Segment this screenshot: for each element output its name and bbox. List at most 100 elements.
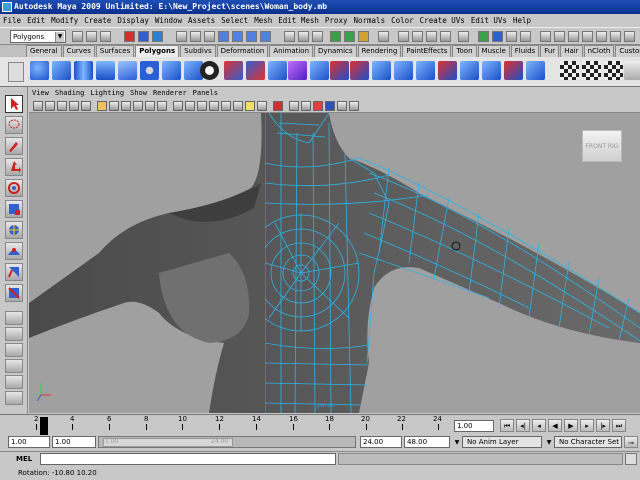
snap-curve-icon[interactable] xyxy=(232,31,243,42)
safe-title-icon[interactable] xyxy=(157,101,167,111)
shadows-icon[interactable] xyxy=(257,101,267,111)
panel-layout-icon-5[interactable] xyxy=(596,31,607,42)
current-frame-field[interactable]: 1.00 xyxy=(454,420,494,432)
menu-proxy[interactable]: Proxy xyxy=(322,16,351,25)
backface-icon[interactable] xyxy=(313,101,323,111)
layout-hypershade-icon[interactable] xyxy=(5,391,23,405)
tab-fur[interactable]: Fur xyxy=(540,45,560,57)
render-current-frame-icon[interactable] xyxy=(330,31,341,42)
tab-custom[interactable]: Custom xyxy=(615,45,640,57)
toggle-tool-settings-icon[interactable] xyxy=(506,31,517,42)
panel-layout-icon-2[interactable] xyxy=(554,31,565,42)
perspective-viewport[interactable]: FRONT RIG persp xyxy=(29,113,640,413)
poly-cube-icon[interactable] xyxy=(52,61,71,80)
new-scene-icon[interactable] xyxy=(72,31,83,42)
select-by-component-icon[interactable] xyxy=(152,31,163,42)
panel-menu-view[interactable]: View xyxy=(29,89,52,97)
ipr-render-icon[interactable] xyxy=(344,31,355,42)
menu-display[interactable]: Display xyxy=(114,16,152,25)
character-set-selector[interactable]: ▼ No Character Set xyxy=(547,436,622,448)
select-by-hierarchy-icon[interactable] xyxy=(124,31,135,42)
panel-layout-icon-3[interactable] xyxy=(568,31,579,42)
layout-four-pane-icon[interactable] xyxy=(5,327,23,341)
ambient-occlusion-icon[interactable] xyxy=(337,101,347,111)
render-settings-icon[interactable] xyxy=(358,31,369,42)
xray-joints-icon[interactable] xyxy=(301,101,311,111)
poly-sphere-icon[interactable] xyxy=(30,61,49,80)
extrude-icon[interactable] xyxy=(310,61,329,80)
open-scene-icon[interactable] xyxy=(86,31,97,42)
quick-rename-icon-4[interactable] xyxy=(440,31,451,42)
automatic-mapping-icon[interactable] xyxy=(624,61,640,80)
select-camera-icon[interactable] xyxy=(33,101,43,111)
menu-assets[interactable]: Assets xyxy=(185,16,218,25)
select-tool-icon[interactable] xyxy=(5,95,23,113)
output-ops-icon[interactable] xyxy=(312,31,323,42)
poly-prism-icon[interactable] xyxy=(162,61,181,80)
menu-help[interactable]: Help xyxy=(510,16,534,25)
textured-icon[interactable] xyxy=(233,101,243,111)
anim-layer-selector[interactable]: ▼ No Anim Layer xyxy=(455,436,542,448)
hud-icon[interactable] xyxy=(325,101,335,111)
quick-rename-icon[interactable] xyxy=(398,31,409,42)
poly-cone-icon[interactable] xyxy=(96,61,115,80)
step-forward-frame-button[interactable]: ▸ xyxy=(580,419,594,432)
film-gate-icon[interactable] xyxy=(97,101,107,111)
merge-icon[interactable] xyxy=(438,61,457,80)
tab-surfaces[interactable]: Surfaces xyxy=(95,45,135,57)
quick-rename-icon-2[interactable] xyxy=(412,31,423,42)
tab-rendering[interactable]: Rendering xyxy=(357,45,402,57)
tab-subdivs[interactable]: Subdivs xyxy=(180,45,216,57)
combine-icon[interactable] xyxy=(224,61,243,80)
mask-icon-2[interactable] xyxy=(190,31,201,42)
tab-hair[interactable]: Hair xyxy=(560,45,583,57)
quick-rename-icon-3[interactable] xyxy=(426,31,437,42)
play-backwards-button[interactable]: ◀ xyxy=(548,419,562,432)
image-plane-icon[interactable] xyxy=(69,101,79,111)
manipulator-tool-icon[interactable] xyxy=(5,221,23,239)
panel-layout-icon-6[interactable] xyxy=(610,31,621,42)
tab-toon[interactable]: Toon xyxy=(452,45,477,57)
selection-field-icon[interactable] xyxy=(378,31,389,42)
menu-create-uvs[interactable]: Create UVs xyxy=(417,16,468,25)
auto-key-icon[interactable]: ⊸ xyxy=(624,436,638,448)
start-time-field[interactable]: 1.00 xyxy=(8,436,50,448)
menu-color[interactable]: Color xyxy=(388,16,417,25)
numeric-input-icon[interactable] xyxy=(458,31,469,42)
poly-torus-icon[interactable] xyxy=(140,61,159,80)
resolution-gate-icon[interactable] xyxy=(109,101,119,111)
smooth-icon[interactable] xyxy=(288,61,307,80)
separate-icon[interactable] xyxy=(246,61,265,80)
history-icon[interactable] xyxy=(284,31,295,42)
bookmark-icon[interactable] xyxy=(57,101,67,111)
panel-menu-shading[interactable]: Shading xyxy=(52,89,88,97)
tab-polygons[interactable]: Polygons xyxy=(135,45,180,57)
panel-menu-renderer[interactable]: Renderer xyxy=(150,89,190,97)
bevel-icon[interactable] xyxy=(460,61,479,80)
menu-create[interactable]: Create xyxy=(81,16,114,25)
snap-grid-icon[interactable] xyxy=(218,31,229,42)
playback-start-field[interactable]: 1.00 xyxy=(52,436,96,448)
mask-icon[interactable] xyxy=(176,31,187,42)
select-by-object-icon[interactable] xyxy=(138,31,149,42)
menu-edit[interactable]: Edit xyxy=(24,16,48,25)
high-quality-icon[interactable] xyxy=(273,101,283,111)
bridge-icon[interactable] xyxy=(330,61,349,80)
step-back-frame-button[interactable]: ◂ xyxy=(532,419,546,432)
menu-edit-uvs[interactable]: Edit UVs xyxy=(468,16,510,25)
snap-point-icon[interactable] xyxy=(246,31,257,42)
save-scene-icon[interactable] xyxy=(100,31,111,42)
tab-muscle[interactable]: Muscle xyxy=(477,45,510,57)
xray-icon[interactable] xyxy=(209,101,219,111)
wedge-icon[interactable] xyxy=(504,61,523,80)
range-slider-bar[interactable]: 1.00 24.00 xyxy=(98,436,356,448)
show-manipulator-tool-icon[interactable] xyxy=(5,263,23,281)
split-polygon-icon[interactable] xyxy=(372,61,391,80)
menu-edit-mesh[interactable]: Edit Mesh xyxy=(275,16,322,25)
tab-curves[interactable]: Curves xyxy=(62,45,95,57)
camera-attributes-icon[interactable] xyxy=(45,101,55,111)
tab-fluids[interactable]: Fluids xyxy=(510,45,540,57)
current-frame-marker[interactable] xyxy=(40,417,48,435)
menu-normals[interactable]: Normals xyxy=(350,16,388,25)
cylindrical-mapping-icon[interactable] xyxy=(582,61,601,80)
